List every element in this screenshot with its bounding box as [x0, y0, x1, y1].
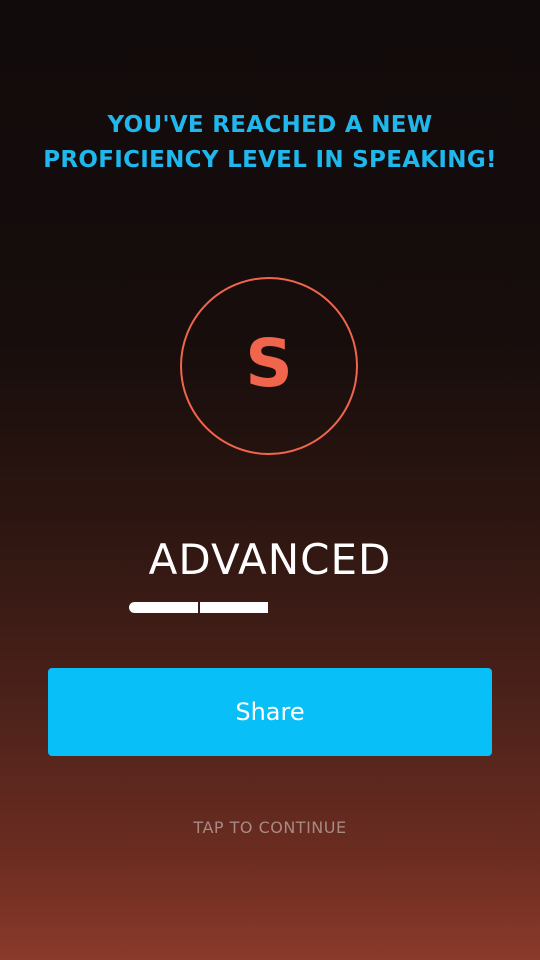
share-button[interactable]: Share [48, 668, 492, 756]
skill-badge-letter: S [245, 325, 293, 402]
level-up-headline: YOU'VE REACHED A NEW PROFICIENCY LEVEL I… [43, 112, 497, 173]
progress-segment-filled [129, 602, 198, 613]
proficiency-level-label: ADVANCED [148, 535, 392, 584]
level-progress-bar [129, 602, 411, 613]
progress-segment-filled [200, 602, 268, 613]
skill-badge-ring: S [180, 277, 358, 455]
level-up-screen[interactable]: { "headline": "YOU'VE REACHED A NEW PROF… [0, 0, 540, 960]
tap-to-continue-hint[interactable]: TAP TO CONTINUE [0, 818, 540, 837]
